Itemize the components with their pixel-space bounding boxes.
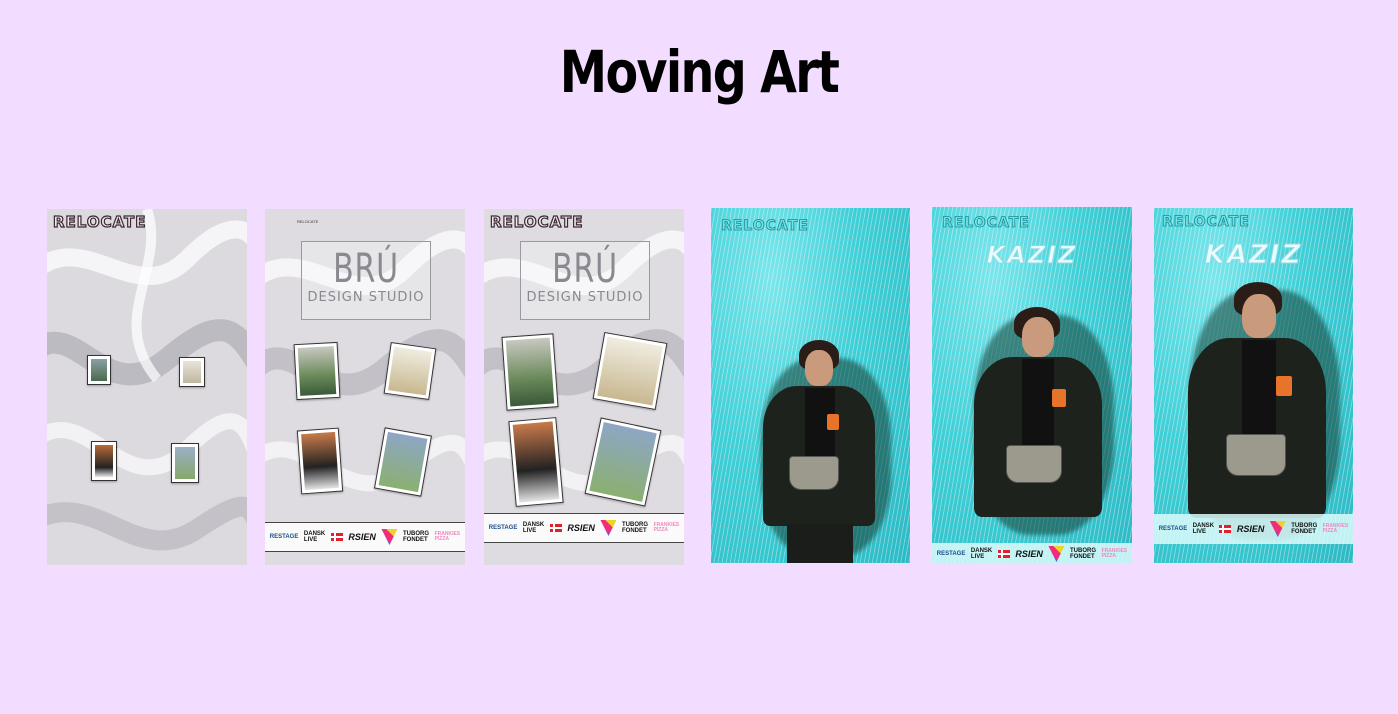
small-tag: RELOCATE: [297, 219, 319, 224]
page-title: Moving Art: [559, 38, 840, 106]
sponsor-restage: RESTAGE: [488, 525, 518, 531]
sponsor-restage: RESTAGE: [1158, 526, 1188, 532]
danish-flag-icon: [997, 550, 1010, 558]
relocate-logo: RELOCATE: [52, 212, 147, 231]
sponsor-dansk-live: DANSK LIVE: [303, 531, 326, 543]
art-panel-4[interactable]: RELOCATE: [711, 208, 910, 563]
sponsor-frankies: FRANKIES PIZZA: [1101, 548, 1128, 559]
danish-flag-icon: [1219, 525, 1232, 533]
kaziz-title: KAZIZ: [986, 241, 1078, 270]
sponsor-frankies: FRANKIES PIZZA: [1322, 523, 1349, 534]
kulturfond-icon: [381, 529, 398, 545]
sponsor-dansk-live: DANSK LIVE: [522, 522, 545, 534]
photo-umbrella: [293, 341, 341, 401]
danish-flag-icon: [330, 533, 343, 541]
relocate-logo: RELOCATE: [942, 215, 1030, 232]
photo-sneakers: [592, 331, 668, 411]
thumb-photo-4: [171, 443, 199, 483]
bru-subtitle: DESIGN STUDIO: [307, 290, 425, 305]
sponsor-tuborg: TUBORG FONDET: [403, 531, 430, 543]
sponsor-tuborg: TUBORG FONDET: [1070, 548, 1097, 560]
sponsor-bar: RESTAGE DANSK LIVE RSIEN TUBORG FONDET FRA…: [932, 543, 1132, 563]
kulturfond-icon: [1269, 521, 1286, 537]
sponsor-tuborg: TUBORG FONDET: [622, 522, 649, 534]
sponsor-frankies: FRANKIES PIZZA: [434, 531, 461, 542]
bru-logo-box: BRÚ DESIGN STUDIO: [520, 241, 650, 320]
kulturfond-icon: [1048, 546, 1065, 562]
sponsor-rsien: RSIEN: [567, 523, 595, 533]
art-panel-5[interactable]: RELOCATE KAZIZ RESTAGE DANSK LIVE RSIEN T…: [932, 207, 1132, 563]
art-panel-1[interactable]: RELOCATE: [47, 209, 247, 565]
photo-vogue: [296, 427, 344, 495]
sponsor-dansk-live: DANSK LIVE: [970, 548, 993, 560]
danish-flag-icon: [549, 524, 562, 532]
relocate-logo: RELOCATE: [1162, 214, 1250, 231]
photo-sneakers: [383, 342, 437, 400]
thumb-photo-2: [179, 357, 205, 387]
sponsor-bar: RESTAGE DANSK LIVE RSIEN TUBORG FONDET FRA…: [265, 522, 465, 552]
thumb-photo-1: [87, 355, 111, 385]
relocate-logo: RELOCATE: [721, 218, 809, 235]
bru-title: BRÚ: [552, 246, 618, 292]
kaziz-title: KAZIZ: [1204, 240, 1303, 271]
thumb-photo-3: [91, 441, 117, 481]
art-panel-2[interactable]: RELOCATE BRÚ DESIGN STUDIO RESTAGE DANSK…: [265, 209, 465, 565]
sponsor-rsien: RSIEN: [1015, 549, 1043, 559]
kulturfond-icon: [600, 520, 617, 536]
relocate-logo: RELOCATE: [489, 212, 584, 231]
sponsor-tuborg: TUBORG FONDET: [1291, 523, 1318, 535]
sponsor-restage: RESTAGE: [269, 534, 299, 540]
sponsor-rsien: RSIEN: [1236, 524, 1265, 534]
photo-umbrella: [501, 333, 559, 411]
sponsor-frankies: FRANKIES PIZZA: [653, 522, 680, 533]
sponsor-dansk-live: DANSK LIVE: [1192, 523, 1215, 535]
bru-subtitle: DESIGN STUDIO: [526, 290, 644, 305]
bru-logo-box: BRÚ DESIGN STUDIO: [301, 241, 431, 320]
person-figure: [964, 305, 1124, 545]
sponsor-bar: RESTAGE DANSK LIVE RSIEN TUBORG FONDET FRA…: [484, 513, 684, 543]
sponsor-bar: RESTAGE DANSK LIVE RSIEN TUBORG FONDET FRA…: [1154, 514, 1353, 544]
sponsor-restage: RESTAGE: [936, 551, 966, 557]
sponsor-rsien: RSIEN: [348, 532, 376, 542]
photo-vogue: [508, 417, 564, 507]
bru-title: BRÚ: [333, 246, 399, 292]
art-panel-3[interactable]: RELOCATE BRÚ DESIGN STUDIO RESTAGE DANSK…: [484, 209, 684, 565]
person-figure: [751, 338, 901, 563]
grey-wave-background: [47, 209, 247, 565]
art-panel-6[interactable]: RELOCATE KAZIZ RESTAGE DANSK LIVE RSIEN T…: [1154, 208, 1353, 563]
